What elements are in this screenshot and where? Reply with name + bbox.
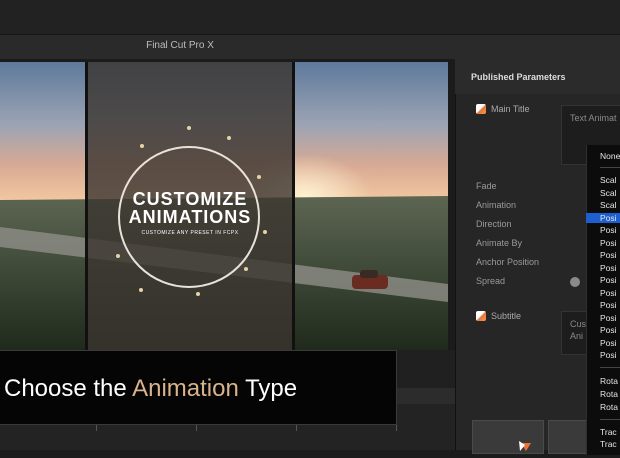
param-animation: Animation <box>476 200 517 210</box>
timeline-tick <box>196 424 197 431</box>
dropdown-item[interactable]: Posi <box>600 288 617 298</box>
dropdown-separator <box>600 367 620 368</box>
main-title-checkbox-icon[interactable] <box>476 104 486 114</box>
param-fade: Fade <box>476 181 497 191</box>
preset-thumbnail[interactable] <box>548 420 590 454</box>
subtitle-checkbox-icon[interactable] <box>476 311 486 321</box>
main-title-text-value: Text Animat <box>570 113 617 123</box>
dropdown-item[interactable]: Trac <box>600 439 617 449</box>
dropdown-item[interactable]: Posi <box>600 313 617 323</box>
dropdown-item[interactable]: Posi <box>600 225 617 235</box>
overlay-title-line2: ANIMATIONS <box>128 207 252 227</box>
dropdown-item[interactable]: Posi <box>600 263 617 273</box>
window-titlebar: Final Cut Pro X <box>0 34 620 59</box>
caption-text: Choose the Animation Type <box>4 375 297 403</box>
caption-before: Choose the <box>4 375 133 402</box>
dropdown-item[interactable]: Scal <box>600 175 617 185</box>
overlay-edge-right <box>292 62 295 350</box>
video-viewer[interactable]: CUSTOMIZE ANIMATIONS CUSTOMIZE ANY PRESE… <box>0 62 448 350</box>
preset-thumbnail-icon <box>519 441 531 451</box>
dropdown-item[interactable]: Rota <box>600 402 618 412</box>
dropdown-item[interactable]: Scal <box>600 188 617 198</box>
param-spread: Spread <box>476 276 506 286</box>
param-animate-by: Animate By <box>476 238 523 248</box>
caption-accent: Animation <box>132 375 239 402</box>
subtitle-text-line2: Ani <box>570 331 584 341</box>
dropdown-separator <box>600 167 620 168</box>
tutorial-caption: Choose the Animation Type <box>0 350 397 425</box>
preset-thumbnail[interactable] <box>472 420 544 454</box>
timeline-tick <box>396 424 397 431</box>
param-anchor-position: Anchor Position <box>476 257 540 267</box>
timeline-tick <box>296 424 297 431</box>
dropdown-item[interactable]: Rota <box>600 376 618 386</box>
spread-slider-knob[interactable] <box>570 277 580 287</box>
inspector-header-label: Published Parameters <box>471 72 566 82</box>
dropdown-item[interactable]: Posi <box>600 300 617 310</box>
dropdown-item-selected[interactable]: Posi <box>586 212 620 223</box>
dropdown-item[interactable]: Posi <box>600 250 617 260</box>
dropdown-item[interactable]: None <box>600 151 620 161</box>
subtitle-text-line1: Cus <box>570 319 587 329</box>
window-toolbar <box>0 0 620 34</box>
dropdown-item[interactable]: Rota <box>600 389 618 399</box>
dropdown-separator <box>600 419 620 420</box>
inspector-header: Published Parameters <box>455 58 620 94</box>
dropdown-item[interactable]: Trac <box>600 427 617 437</box>
dropdown-item[interactable]: Posi <box>600 350 617 360</box>
param-direction: Direction <box>476 219 512 229</box>
app-title: Final Cut Pro X <box>146 40 214 51</box>
main-title-label: Main Title <box>491 104 530 114</box>
caption-after: Type <box>238 375 298 402</box>
overlay-tagline: CUSTOMIZE ANY PRESET IN FCPX <box>141 230 239 236</box>
dropdown-item[interactable]: Posi <box>600 325 617 335</box>
dropdown-item[interactable]: Posi <box>600 238 617 248</box>
dropdown-item[interactable]: Scal <box>600 200 617 210</box>
timeline-tick <box>96 424 97 431</box>
subtitle-label: Subtitle <box>491 311 522 321</box>
dropdown-item[interactable]: Posi <box>600 338 617 348</box>
dropdown-item[interactable]: Posi <box>600 275 617 285</box>
